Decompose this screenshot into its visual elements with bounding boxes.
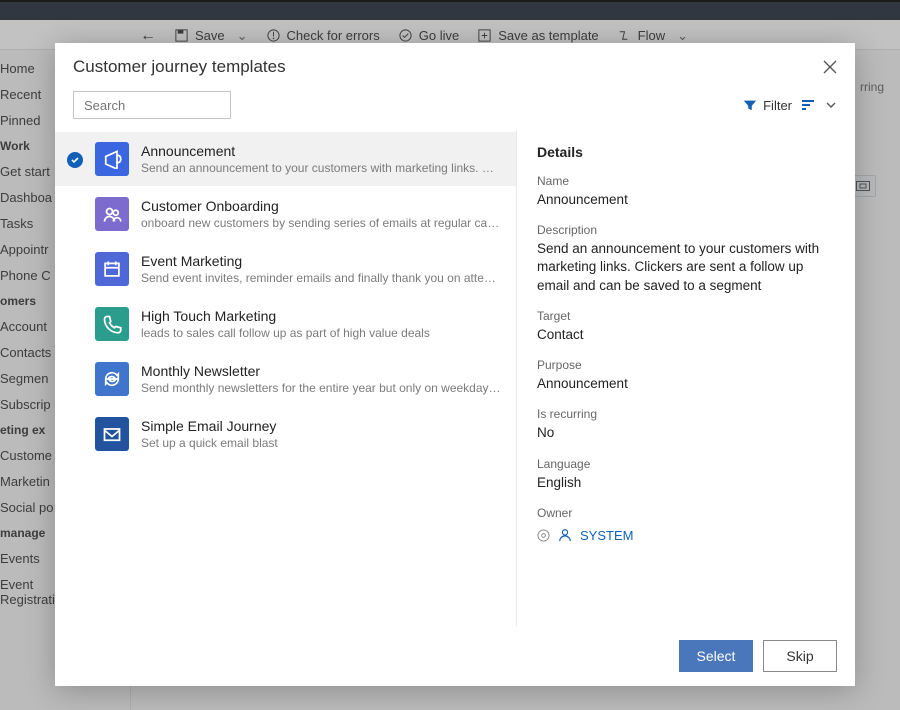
phone-icon — [95, 307, 129, 341]
details-heading: Details — [537, 144, 837, 160]
label-recurring: Is recurring — [537, 407, 837, 421]
template-name: Event Marketing — [141, 253, 501, 269]
template-row[interactable]: Customer Onboarding onboard new customer… — [55, 187, 516, 242]
template-desc: Set up a quick email blast — [141, 436, 278, 450]
template-desc: leads to sales call follow up as part of… — [141, 326, 430, 340]
value-name: Announcement — [537, 191, 837, 209]
calendar-icon — [95, 252, 129, 286]
details-panel: Details Name Announcement Description Se… — [517, 130, 855, 626]
mail-icon — [95, 417, 129, 451]
value-target: Contact — [537, 326, 837, 344]
label-desc: Description — [537, 223, 837, 237]
template-desc: Send an announcement to your customers w… — [141, 161, 501, 175]
search-input[interactable] — [82, 97, 262, 114]
template-row[interactable]: Simple Email Journey Set up a quick emai… — [55, 407, 516, 462]
template-list: Announcement Send an announcement to you… — [55, 130, 517, 626]
template-desc: Send monthly newsletters for the entire … — [141, 381, 501, 395]
label-purpose: Purpose — [537, 358, 837, 372]
people-icon — [95, 197, 129, 231]
cycle-icon — [95, 362, 129, 396]
megaphone-icon — [95, 142, 129, 176]
value-purpose: Announcement — [537, 375, 837, 393]
template-name: High Touch Marketing — [141, 308, 430, 324]
value-desc: Send an announcement to your customers w… — [537, 240, 837, 295]
chevron-down-icon[interactable] — [825, 99, 837, 111]
skip-button[interactable]: Skip — [763, 640, 837, 672]
label-name: Name — [537, 174, 837, 188]
template-row[interactable]: Announcement Send an announcement to you… — [55, 132, 516, 187]
modal-title: Customer journey templates — [73, 57, 286, 77]
label-owner: Owner — [537, 506, 837, 520]
template-row[interactable]: Event Marketing Send event invites, remi… — [55, 242, 516, 297]
template-name: Simple Email Journey — [141, 418, 278, 434]
template-desc: Send event invites, reminder emails and … — [141, 271, 501, 285]
template-name: Monthly Newsletter — [141, 363, 501, 379]
template-row[interactable]: High Touch Marketing leads to sales call… — [55, 297, 516, 352]
disc-icon — [537, 529, 550, 542]
close-button[interactable] — [823, 60, 837, 74]
label-lang: Language — [537, 457, 837, 471]
filter-icon — [743, 98, 757, 112]
select-button[interactable]: Select — [679, 640, 753, 672]
filter-button[interactable]: Filter — [743, 98, 792, 113]
sort-icon[interactable] — [801, 99, 816, 111]
person-icon — [558, 528, 572, 542]
value-recurring: No — [537, 424, 837, 442]
checkmark-icon — [67, 152, 83, 168]
value-lang: English — [537, 474, 837, 492]
owner-row[interactable]: SYSTEM — [537, 528, 837, 543]
template-desc: onboard new customers by sending series … — [141, 216, 501, 230]
label-target: Target — [537, 309, 837, 323]
template-row[interactable]: Monthly Newsletter Send monthly newslett… — [55, 352, 516, 407]
template-picker-modal: Customer journey templates Filter Announ… — [55, 43, 855, 686]
template-name: Announcement — [141, 143, 501, 159]
template-name: Customer Onboarding — [141, 198, 501, 214]
search-input-wrapper[interactable] — [73, 91, 231, 119]
